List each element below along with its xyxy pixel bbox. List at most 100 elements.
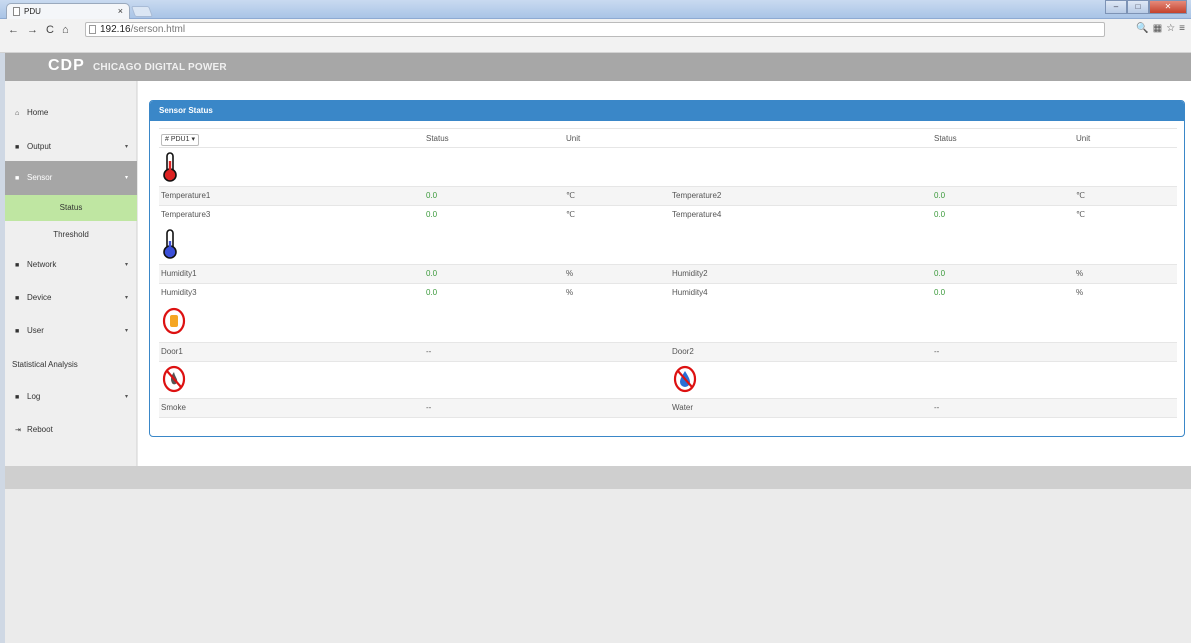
sidebar-subitem-status[interactable]: Status <box>5 195 137 221</box>
list-icon: ■ <box>15 328 20 335</box>
water-icon <box>673 365 697 393</box>
star-icon[interactable]: ☆ <box>1166 23 1175 34</box>
sensor-name: Humidity2 <box>672 269 708 278</box>
table-row: Temperature1 0.0 ℃ Temperature2 0.0 ℃ <box>159 186 1177 206</box>
chevron-down-icon: ▾ <box>124 295 128 301</box>
sensor-status: 0.0 <box>934 288 946 297</box>
browser-tab[interactable]: PDU × <box>6 3 130 20</box>
window-close-button[interactable]: ✕ <box>1149 0 1187 14</box>
tab-title: PDU <box>24 7 41 16</box>
sensor-status: 0.0 <box>426 288 438 297</box>
reboot-icon: ⇥ <box>15 427 21 434</box>
sidebar-item-statistical-analysis[interactable]: Statistical Analysis <box>5 348 137 382</box>
sensor-unit: % <box>566 269 574 278</box>
brand-name: CHICAGO DIGITAL POWER <box>93 62 227 73</box>
sidebar-item-device[interactable]: ■ Device ▾ <box>5 281 137 315</box>
table-row: Temperature3 0.0 ℃ Temperature4 0.0 ℃ <box>159 206 1177 226</box>
sensor-status: -- <box>426 347 432 356</box>
smoke-icon <box>162 365 186 393</box>
sensor-status: 0.0 <box>426 269 438 278</box>
translate-icon[interactable]: ▦ <box>1153 23 1162 34</box>
smoke-water-section <box>159 362 1177 398</box>
url-path: /serson.html <box>130 24 186 35</box>
list-icon: ■ <box>15 295 20 302</box>
sensor-status: 0.0 <box>934 269 946 278</box>
maximize-button[interactable]: □ <box>1127 0 1149 14</box>
list-icon: ■ <box>15 394 20 401</box>
footer-bar <box>5 466 1191 489</box>
sensor-status: 0.0 <box>426 191 438 200</box>
app-header: CDP CHICAGO DIGITAL POWER <box>5 53 1191 81</box>
column-header-unit: Unit <box>566 134 581 143</box>
sensor-status: 0.0 <box>934 191 946 200</box>
forward-icon[interactable]: → <box>27 24 38 36</box>
browser-titlebar: PDU × – □ ✕ <box>0 0 1191 20</box>
door-icon <box>162 307 186 335</box>
thermometer-red-icon <box>163 152 177 182</box>
column-header-unit-2: Unit <box>1076 134 1091 143</box>
sidebar-item-label: Network <box>27 260 57 269</box>
table-header: # PDU1 ▾ Status Unit Status Unit <box>159 128 1177 148</box>
url-host: 192.16 <box>100 24 131 35</box>
chevron-down-icon: ▾ <box>124 262 128 268</box>
page-background <box>5 489 1191 643</box>
sensor-name: Temperature1 <box>161 191 211 200</box>
url-field[interactable]: 192.16/serson.html <box>85 22 1105 37</box>
new-tab-button[interactable] <box>130 6 154 17</box>
sensor-unit: % <box>1076 269 1084 278</box>
back-icon[interactable]: ← <box>8 24 19 36</box>
sensor-name: Water <box>672 403 694 412</box>
sensor-name: Temperature3 <box>161 210 211 219</box>
chevron-down-icon: ▾ <box>124 328 128 334</box>
minimize-button[interactable]: – <box>1105 0 1127 14</box>
home-icon[interactable]: ⌂ <box>62 24 69 36</box>
main-content: Sensor Status # PDU1 ▾ Status Unit Statu… <box>138 81 1191 466</box>
zoom-icon[interactable]: 🔍 <box>1136 23 1148 34</box>
sensor-unit: ℃ <box>566 210 575 219</box>
sidebar-item-log[interactable]: ■ Log ▾ <box>5 380 137 414</box>
sensor-unit: ℃ <box>1076 210 1085 219</box>
list-icon: ■ <box>15 262 20 269</box>
sidebar-item-network[interactable]: ■ Network ▾ <box>5 248 137 282</box>
thermometer-blue-icon <box>163 229 177 259</box>
sensor-name: Smoke <box>161 403 186 412</box>
sensor-name: Humidity3 <box>161 288 197 297</box>
sidebar-item-label: User <box>27 326 44 335</box>
sensor-status: -- <box>426 403 432 412</box>
list-icon: ■ <box>15 144 20 151</box>
sensor-unit: % <box>1076 288 1084 297</box>
sidebar-subitem-threshold[interactable]: Threshold <box>5 222 137 248</box>
sensor-name: Temperature2 <box>672 191 722 200</box>
sidebar-item-label: Output <box>27 142 52 151</box>
sidebar-item-sensor[interactable]: ■ Sensor ▾ <box>5 161 137 195</box>
address-bar-area: ← → C ⌂ 192.16/serson.html 🔍 ▦ ☆ ≡ <box>0 19 1191 53</box>
page-icon <box>89 25 96 34</box>
menu-icon[interactable]: ≡ <box>1179 23 1185 34</box>
nav-buttons: ← → C ⌂ <box>8 24 69 36</box>
table-row: Smoke -- Water -- <box>159 398 1177 418</box>
sidebar-item-home[interactable]: ⌂ Home <box>5 96 137 130</box>
chevron-down-icon: ▾ <box>124 144 128 150</box>
sidebar-item-reboot[interactable]: ⇥ Reboot <box>5 413 137 447</box>
column-header-status-2: Status <box>934 134 957 143</box>
pdu-select-value: # PDU1 ▾ <box>161 134 199 146</box>
panel-title: Sensor Status <box>150 101 1184 121</box>
sensor-name: Temperature4 <box>672 210 722 219</box>
sensor-status: 0.0 <box>426 210 438 219</box>
sidebar: ⌂ Home ■ Output ▾ ■ Sensor ▾ Status Thresho… <box>5 81 137 466</box>
sidebar-item-label: Device <box>27 293 52 302</box>
sidebar-item-label: Sensor <box>27 173 53 182</box>
pdu-select[interactable]: # PDU1 ▾ <box>161 129 199 149</box>
tab-close-icon[interactable]: × <box>118 6 123 16</box>
sensor-unit: % <box>566 288 574 297</box>
chevron-down-icon: ▾ <box>124 394 128 400</box>
reload-icon[interactable]: C <box>46 24 54 36</box>
sidebar-item-user[interactable]: ■ User ▾ <box>5 314 137 348</box>
sidebar-item-label: Log <box>27 392 41 401</box>
column-header-status: Status <box>426 134 449 143</box>
page-icon <box>13 7 20 16</box>
sidebar-item-output[interactable]: ■ Output ▾ <box>5 130 137 164</box>
sensor-name: Door1 <box>161 347 183 356</box>
logo: CDP <box>48 57 85 74</box>
sensor-name: Humidity4 <box>672 288 708 297</box>
